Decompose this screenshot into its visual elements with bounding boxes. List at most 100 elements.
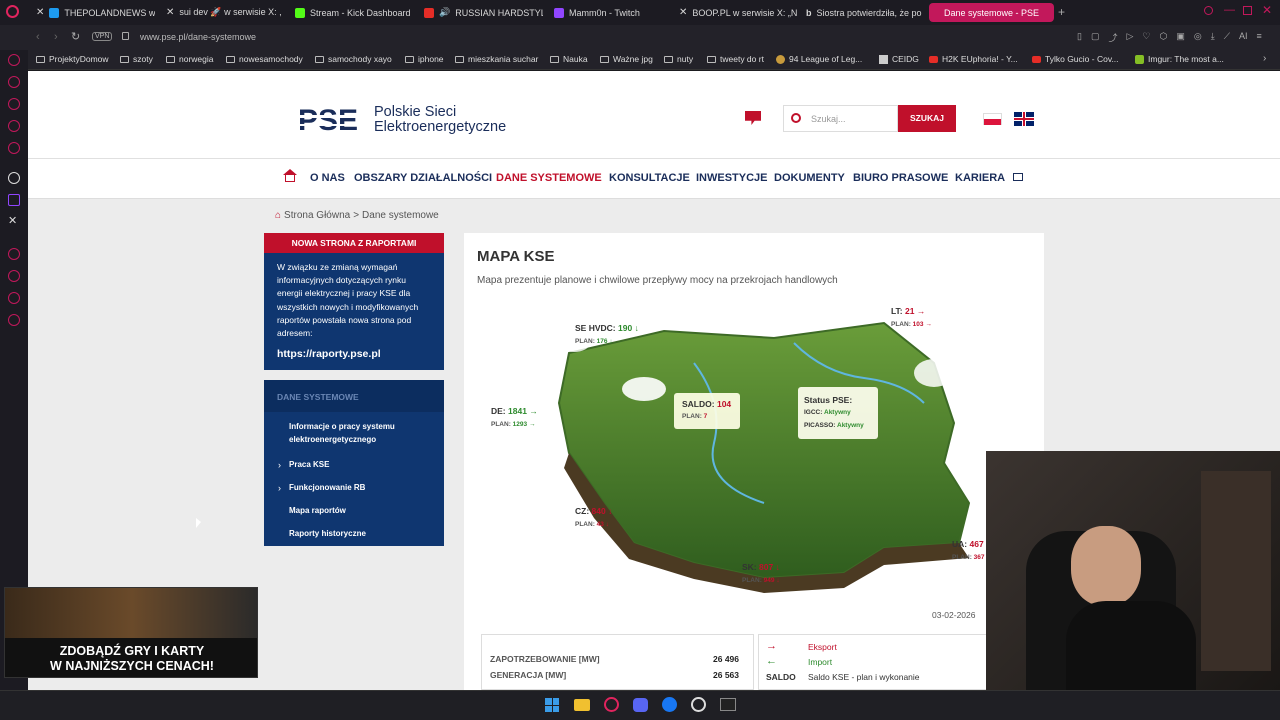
windows-start-icon[interactable] [545, 698, 559, 712]
tab-1[interactable]: ✕ THEPOLANDNEWS w se [30, 3, 155, 22]
bookmark-item[interactable]: mieszkania suchar [455, 54, 538, 64]
reload-icon[interactable]: ↻ [71, 30, 80, 43]
tab-label: RUSSIAN HARDSTYLE [455, 7, 543, 18]
mail-icon[interactable] [8, 142, 20, 154]
bookmark-item[interactable]: H2K EUphoria! - Y... [929, 54, 1018, 64]
snapshot-icon[interactable]: ▢ [1091, 31, 1100, 44]
tab-7[interactable]: b Siostra potwierdziła, że po [800, 3, 925, 22]
wallet-icon[interactable] [8, 98, 20, 110]
opera-icon[interactable] [604, 697, 619, 712]
tab-6[interactable]: ✕ BOOP.PL w serwisie X: „N [673, 3, 798, 22]
flag-uk-icon[interactable] [1014, 112, 1034, 126]
bookmark-item[interactable]: norwegia [166, 54, 214, 64]
steam-icon[interactable] [691, 697, 706, 712]
legend-import: Import [808, 657, 833, 667]
facebook-icon[interactable] [662, 697, 677, 712]
ds-menu-item[interactable]: Mapa raportów [289, 504, 346, 517]
bookmark-item[interactable]: samochody xayo [315, 54, 392, 64]
history-icon[interactable] [8, 76, 20, 88]
player-icon[interactable] [8, 248, 20, 260]
flag-pl-icon[interactable] [983, 113, 1002, 125]
new-tab-icon[interactable]: + [1058, 5, 1065, 19]
bookmark-item[interactable]: Nauka [550, 54, 588, 64]
bookmark-item[interactable]: szoty [120, 54, 153, 64]
extensions-icon[interactable]: ⬡ [1159, 31, 1167, 44]
home-icon[interactable]: ⌂ [275, 210, 281, 221]
tab-active[interactable]: Dane systemowe - PSE [929, 3, 1054, 22]
tab-5[interactable]: Mamm0n - Twitch [548, 3, 673, 22]
tab-2[interactable]: ✕ sui dev 🚀 w serwisie X: , [160, 3, 285, 22]
bookmark-icon[interactable]: ▯ [1077, 31, 1082, 44]
tab-4[interactable]: 🔊 RUSSIAN HARDSTYLE [418, 3, 543, 22]
pse-logo[interactable]: PSE Polskie Sieci Elektroenergetyczne [298, 105, 506, 135]
status-title: Status PSE: [804, 395, 853, 405]
url-field[interactable]: www.pse.pl/dane-systemowe [140, 32, 256, 42]
sign-language-icon[interactable] [745, 111, 761, 125]
file-explorer-icon[interactable] [574, 699, 590, 711]
speed-dial-icon[interactable] [8, 292, 20, 304]
play-icon[interactable]: ▷ [1126, 31, 1133, 44]
wallet-icon[interactable]: ▣ [1176, 31, 1185, 44]
nav-obszary[interactable]: OBSZARY DZIAŁALNOŚCI [354, 172, 492, 184]
mail-icon[interactable] [1013, 173, 1023, 181]
bookmark-item[interactable]: Ważne jpg [600, 54, 653, 64]
download-icon[interactable]: ⤓ [1211, 31, 1215, 44]
forward-icon[interactable]: › [54, 31, 58, 43]
heart-icon[interactable]: ♡ [1142, 31, 1150, 44]
search-tabs-icon[interactable] [1204, 6, 1213, 15]
maximize-icon[interactable] [1243, 6, 1252, 15]
ds-menu-item[interactable]: Funkcjonowanie RB [289, 481, 365, 494]
saldo-value: 104 [716, 399, 732, 409]
ds-menu-item[interactable]: Informacje o pracy systemu elektroenerge… [289, 420, 429, 446]
bookmark-item[interactable]: Tylko Gucio - Cov... [1032, 54, 1119, 64]
nav-inwestycje[interactable]: INWESTYCJE [696, 172, 768, 184]
tab-3[interactable]: Stream - Kick Dashboard [289, 3, 414, 22]
minimize-icon[interactable]: — [1224, 4, 1235, 16]
news-icon[interactable] [8, 120, 20, 132]
aria-icon[interactable]: ⟋ [1224, 31, 1230, 44]
opera-logo-icon[interactable] [6, 5, 19, 18]
flow-lt: LT: 21 → [891, 306, 925, 316]
chatgpt-icon[interactable] [8, 172, 20, 184]
imgur-icon [1135, 54, 1144, 64]
x-icon[interactable]: ✕ [8, 214, 17, 227]
breadcrumb-home[interactable]: Strona Główna [284, 210, 350, 221]
clock-icon[interactable] [8, 270, 20, 282]
menu-icon[interactable]: ≡ [1257, 31, 1262, 44]
search-input[interactable]: Szukaj... [783, 105, 898, 132]
search-button[interactable]: SZUKAJ [898, 105, 956, 132]
twitch-icon[interactable] [8, 194, 20, 206]
ds-menu-item[interactable]: Raporty historyczne [289, 527, 366, 540]
nav-biuro-prasowe[interactable]: BIURO PRASOWE [853, 172, 948, 184]
flow-lt-plan: PLAN: 103 → [891, 321, 932, 328]
bookmark-item[interactable]: iphone [405, 54, 444, 64]
back-icon[interactable]: ‹ [36, 31, 40, 43]
ai-label[interactable]: AI [1239, 31, 1248, 44]
bookmarks-more-icon[interactable]: › [1263, 53, 1266, 64]
bookmark-item[interactable]: tweety do rt [707, 54, 764, 64]
ad-banner[interactable]: ZDOBĄDŹ GRY I KARTY W NAJNIŻSZYCH CENACH… [4, 587, 258, 678]
nav-o-nas[interactable]: O NAS [310, 172, 345, 184]
ds-menu-item[interactable]: Praca KSE [289, 458, 329, 471]
bookmark-item[interactable]: ProjektyDomow [36, 54, 109, 64]
notice-link[interactable]: https://raporty.pse.pl [264, 340, 444, 370]
nav-konsultacje[interactable]: KONSULTACJE [609, 172, 690, 184]
bookmark-label: Ważne jpg [613, 54, 653, 64]
bookmark-item[interactable]: 94 League of Leg... [776, 54, 862, 64]
nav-dokumenty[interactable]: DOKUMENTY [774, 172, 845, 184]
close-window-icon[interactable]: ✕ [1262, 3, 1272, 17]
bookmark-item[interactable]: Imgur: The most a... [1135, 54, 1224, 64]
terminal-icon[interactable] [720, 698, 736, 711]
settings-icon[interactable] [8, 314, 20, 326]
bookmark-item[interactable]: nowesamochody [226, 54, 303, 64]
nav-dane-systemowe[interactable]: DANE SYSTEMOWE [496, 172, 602, 184]
share-icon[interactable]: ⤴ [1108, 31, 1117, 44]
profile-icon[interactable]: ◎ [1194, 31, 1202, 44]
b-icon: b [806, 7, 812, 18]
bookmark-item[interactable]: nuty [664, 54, 693, 64]
vpn-badge[interactable]: VPN [92, 32, 113, 41]
bookmark-item[interactable]: CEIDG [879, 54, 919, 64]
nav-kariera[interactable]: KARIERA [955, 172, 1005, 184]
messenger-icon[interactable] [8, 54, 20, 66]
discord-icon[interactable] [633, 698, 648, 712]
